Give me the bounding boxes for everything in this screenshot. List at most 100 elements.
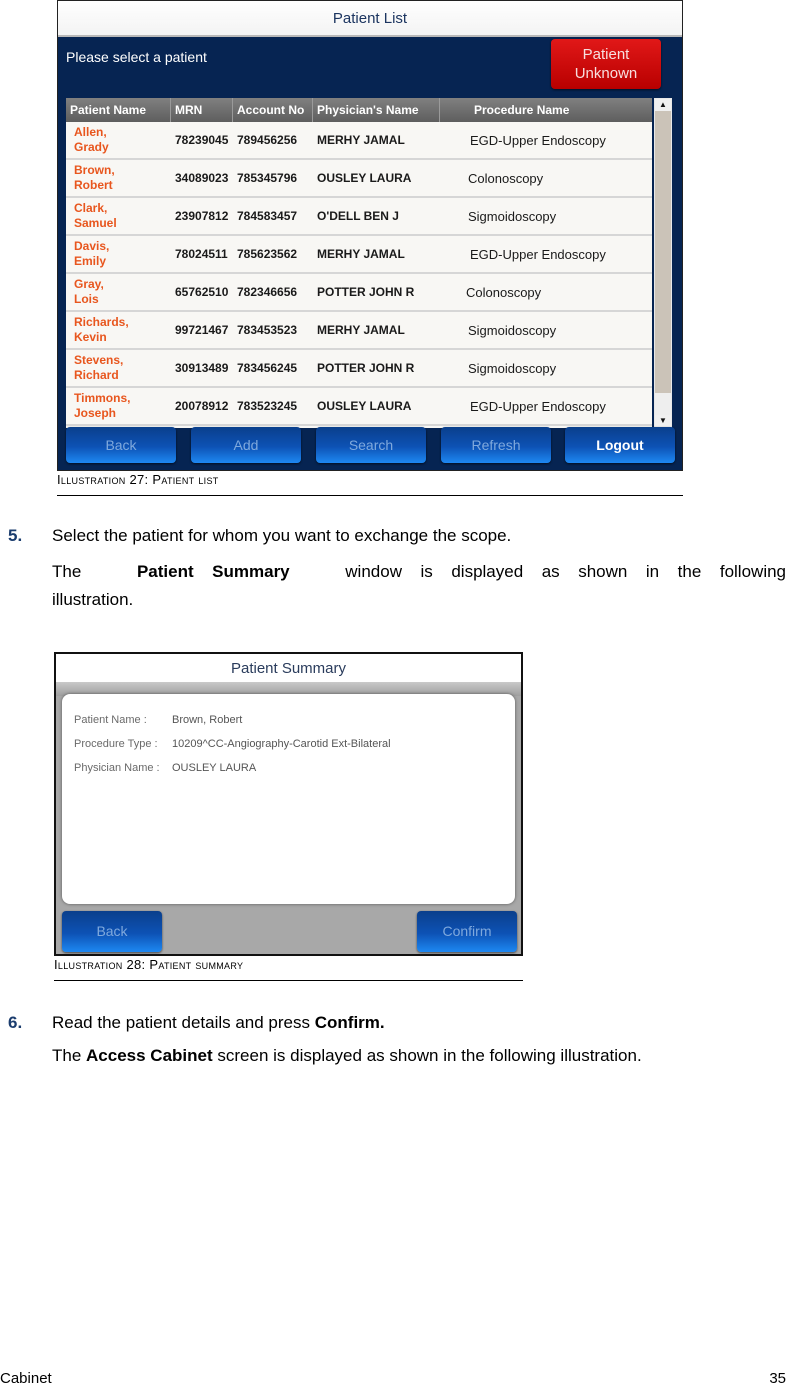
step-5-result-line-2: illustration.	[52, 590, 134, 609]
procedure-type-field: Procedure Type : 10209^CC-Angiography-Ca…	[74, 738, 391, 750]
table-scrollbar[interactable]: ▲ ▼	[654, 98, 672, 428]
physician-cell: OUSLEY LAURA	[317, 399, 412, 413]
footer-section-name: Cabinet	[0, 1370, 52, 1387]
illustration-27-caption: Illustration 27: Patient list	[57, 472, 683, 496]
step-6-result: The Access Cabinet screen is displayed a…	[52, 1046, 642, 1065]
step-5-number: 5.	[8, 526, 23, 545]
mrn-cell: 34089023	[175, 171, 229, 185]
column-header-mrn[interactable]: MRN	[171, 98, 233, 122]
back-button[interactable]: Back	[66, 427, 176, 463]
patient-name-cell: Allen, Grady	[74, 125, 109, 154]
footer-page-number: 35	[769, 1370, 786, 1387]
patient-name-cell: Stevens, Richard	[74, 353, 124, 382]
procedure-cell: Sigmoidoscopy	[468, 360, 557, 376]
mrn-cell: 23907812	[175, 209, 229, 223]
physician-cell: POTTER JOHN R	[317, 285, 415, 299]
logout-button[interactable]: Logout	[565, 427, 675, 463]
procedure-cell: EGD-Upper Endoscopy	[470, 246, 606, 262]
procedure-cell: Sigmoidoscopy	[468, 208, 557, 224]
step-5-result: The Patient Summary window is displayed …	[52, 558, 786, 614]
table-row[interactable]: Richards, Kevin 99721467 783453523 MERHY JAM…	[66, 312, 652, 350]
patient-name-cell: Gray, Lois	[74, 277, 104, 306]
bottom-button-bar: Back Add Search Refresh Logout	[66, 427, 676, 465]
add-button[interactable]: Add	[191, 427, 301, 463]
procedure-cell: EGD-Upper Endoscopy	[470, 398, 606, 414]
illustration-28-caption: Illustration 28: Patient summary	[54, 957, 523, 981]
account-cell: 782346656	[237, 285, 298, 299]
physician-name-field: Physician Name : OUSLEY LAURA	[74, 762, 256, 774]
column-header-account-no[interactable]: Account No	[233, 98, 313, 122]
physician-cell: MERHY JAMAL	[317, 133, 405, 147]
field-label: Patient Name :	[74, 714, 147, 726]
procedure-cell: Colonoscopy	[468, 170, 544, 186]
field-value: OUSLEY LAURA	[172, 762, 257, 774]
mrn-cell: 30913489	[175, 361, 229, 375]
mrn-cell: 78024511	[175, 247, 228, 261]
patient-table: Patient Name MRN Account No Physician's …	[66, 98, 652, 428]
scroll-thumb[interactable]	[655, 393, 671, 415]
select-patient-prompt: Please select a patient	[66, 49, 207, 65]
column-header-physician[interactable]: Physician's Name	[313, 98, 440, 122]
patient-summary-screenshot: Patient Summary Patient Name : Brown, Ro…	[54, 652, 523, 956]
step-5-result-line-1: The Patient Summary window is displayed …	[52, 562, 786, 581]
procedure-cell: Sigmoidoscopy	[468, 322, 557, 338]
table-header: Patient Name MRN Account No Physician's …	[66, 98, 652, 122]
table-body: Allen, Grady 78239045 789456256 MERHY JAMAL E…	[66, 122, 652, 426]
confirm-button[interactable]: Confirm	[417, 911, 517, 952]
account-cell: 783456245	[237, 361, 298, 375]
field-label: Physician Name :	[74, 762, 160, 774]
table-row[interactable]: Davis, Emily 78024511 785623562 MERHY JAMAL E…	[66, 236, 652, 274]
patient-summary-term: Patient Summary	[136, 562, 290, 581]
account-cell: 783453523	[237, 323, 298, 337]
refresh-button[interactable]: Refresh	[441, 427, 551, 463]
column-header-patient-name[interactable]: Patient Name	[66, 98, 171, 122]
table-row[interactable]: Timmons, Joseph 20078912 783523245 OUSLEY LA…	[66, 388, 652, 426]
procedure-cell: Colonoscopy	[466, 284, 542, 300]
patient-name-cell: Brown, Robert	[74, 163, 115, 192]
step-6-text: Read the patient details and press Confi…	[52, 1013, 385, 1032]
physician-cell: MERHY JAMAL	[317, 247, 405, 261]
field-value: 10209^CC-Angiography-Carotid Ext-Bilater…	[172, 738, 391, 750]
patient-name-cell: Timmons, Joseph	[74, 391, 131, 420]
physician-cell: OUSLEY LAURA	[317, 171, 412, 185]
mrn-cell: 65762510	[175, 285, 229, 299]
account-cell: 783523245	[237, 399, 298, 413]
window-title: Patient List	[58, 1, 682, 37]
patient-list-screenshot: Patient List Please select a patient Pat…	[57, 0, 683, 471]
mrn-cell: 99721467	[175, 323, 229, 337]
patient-name-cell: Richards, Kevin	[74, 315, 129, 344]
table-row[interactable]: Gray, Lois 65762510 782346656 POTTER JOHN R C…	[66, 274, 652, 312]
table-row[interactable]: Allen, Grady 78239045 789456256 MERHY JAMAL E…	[66, 122, 652, 160]
mrn-cell: 20078912	[175, 399, 229, 413]
table-row[interactable]: Stevens, Richard 30913489 783456245 POTTER J…	[66, 350, 652, 388]
patient-name-cell: Clark, Samuel	[74, 201, 117, 230]
step-6-number: 6.	[8, 1013, 23, 1032]
physician-cell: MERHY JAMAL	[317, 323, 405, 337]
window-title: Patient Summary	[56, 654, 521, 682]
patient-name-field: Patient Name : Brown, Robert	[74, 714, 242, 726]
table-row[interactable]: Clark, Samuel 23907812 784583457 O'DELL BEN …	[66, 198, 652, 236]
step-5-text: Select the patient for whom you want to …	[52, 526, 512, 545]
scroll-up-icon[interactable]: ▲	[655, 99, 671, 111]
field-label: Procedure Type :	[74, 738, 158, 750]
field-value: Brown, Robert	[172, 714, 243, 726]
back-button[interactable]: Back	[62, 911, 162, 952]
column-header-procedure[interactable]: Procedure Name	[440, 98, 652, 122]
table-row[interactable]: Brown, Robert 34089023 785345796 OUSLEY LAUR…	[66, 160, 652, 198]
physician-cell: O'DELL BEN J	[317, 209, 399, 223]
access-cabinet-term: Access Cabinet	[86, 1046, 213, 1065]
patient-name-cell: Davis, Emily	[74, 239, 110, 268]
account-cell: 784583457	[237, 209, 298, 223]
physician-cell: POTTER JOHN R	[317, 361, 415, 375]
summary-panel: Patient Name : Brown, Robert Procedure T…	[62, 694, 515, 904]
account-cell: 785623562	[237, 247, 298, 261]
patient-unknown-button[interactable]: Patient Unknown	[551, 39, 661, 89]
scroll-down-icon[interactable]: ▼	[655, 415, 671, 427]
confirm-term: Confirm.	[314, 1013, 385, 1032]
patient-unknown-label: Patient Unknown	[574, 46, 638, 82]
account-cell: 789456256	[237, 133, 298, 147]
mrn-cell: 78239045	[175, 133, 229, 147]
account-cell: 785345796	[237, 171, 298, 185]
procedure-cell: EGD-Upper Endoscopy	[470, 132, 606, 148]
search-button[interactable]: Search	[316, 427, 426, 463]
